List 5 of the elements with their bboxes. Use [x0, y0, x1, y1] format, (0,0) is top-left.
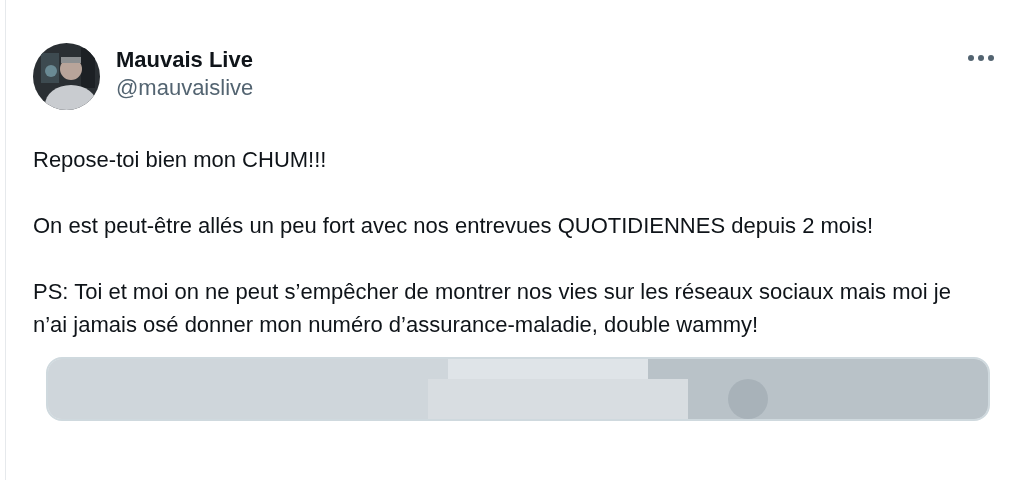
post-text: Repose-toi bien mon CHUM!!! [33, 146, 328, 174]
author-name[interactable]: Mauvais Live [116, 46, 948, 74]
post-text: PS: Toi et moi on ne peut s’empêcher de montrer nos vies sur les réseaux sociaux mais moi je n’ai jamais osé donner mon numéro d’assurance-maladie, double wammy! [33, 278, 952, 339]
author-handle[interactable]: @mauvaislive [116, 74, 948, 102]
post-text: On est peut-être allés un peu fort avec nos entrevues QUOTIDIENNES depuis 2 mois! [33, 212, 875, 240]
